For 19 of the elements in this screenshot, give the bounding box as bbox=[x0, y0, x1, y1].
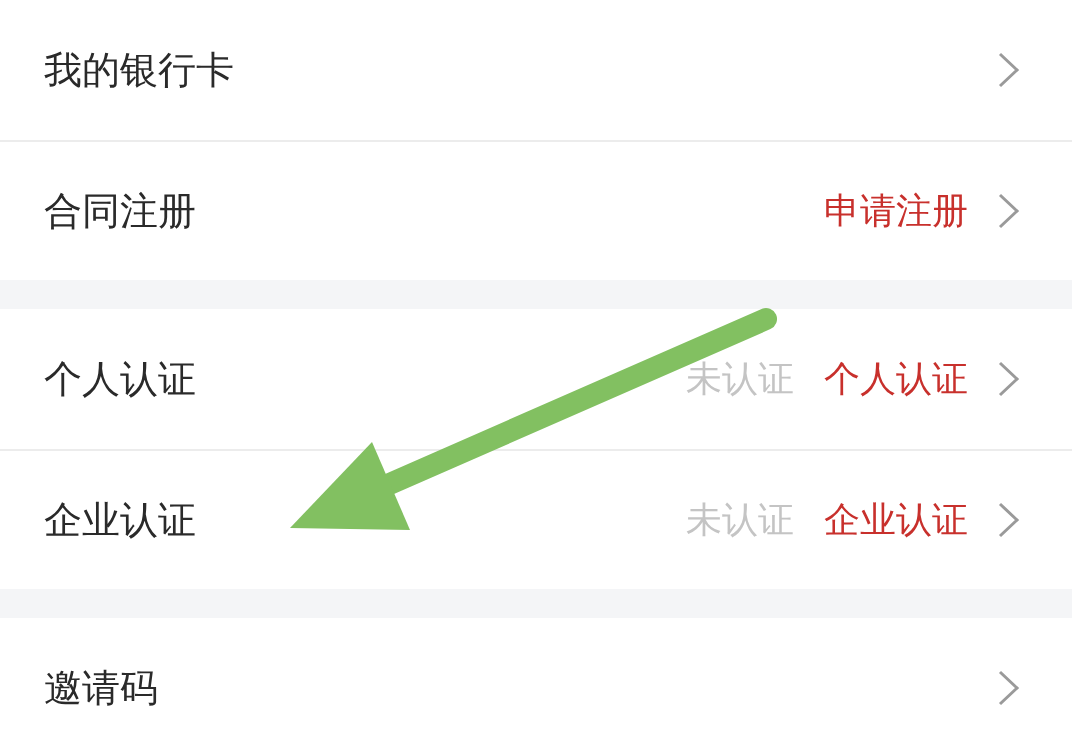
list-item[interactable]: 合同注册 申请注册 bbox=[0, 140, 1072, 280]
status-text: 未认证 bbox=[686, 497, 794, 542]
chevron-right-icon bbox=[998, 52, 1020, 88]
item-label: 邀请码 bbox=[44, 664, 158, 712]
list-item[interactable]: 邀请码 bbox=[0, 618, 1072, 756]
status-text: 未认证 bbox=[686, 356, 794, 401]
item-label: 企业认证 bbox=[44, 496, 196, 544]
action-link[interactable]: 企业认证 bbox=[824, 495, 968, 545]
list-item[interactable]: 个人认证 未认证 个人认证 bbox=[0, 309, 1072, 449]
chevron-right-icon bbox=[998, 193, 1020, 229]
item-label: 我的银行卡 bbox=[44, 46, 234, 94]
action-link[interactable]: 个人认证 bbox=[824, 354, 968, 404]
item-label: 合同注册 bbox=[44, 187, 196, 235]
item-label: 个人认证 bbox=[44, 355, 196, 403]
chevron-right-icon bbox=[998, 670, 1020, 706]
chevron-right-icon bbox=[998, 502, 1020, 538]
chevron-right-icon bbox=[998, 361, 1020, 397]
list-item[interactable]: 我的银行卡 bbox=[0, 0, 1072, 140]
action-link[interactable]: 申请注册 bbox=[824, 186, 968, 236]
